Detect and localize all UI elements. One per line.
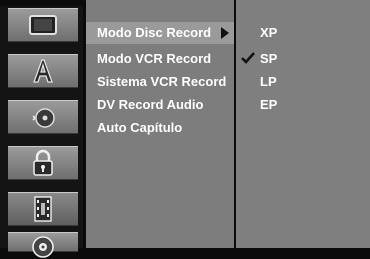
menu-item-dv-record-audio[interactable]: DV Record Audio xyxy=(86,94,234,116)
option-label: EP xyxy=(260,97,278,112)
menu-item-label: DV Record Audio xyxy=(97,97,204,112)
menu-item-modo-vcr-record[interactable]: Modo VCR Record xyxy=(86,48,234,70)
submenu-arrow-icon xyxy=(221,27,229,39)
menu-item-label: Modo VCR Record xyxy=(97,51,212,66)
option-label: LP xyxy=(260,74,277,89)
sidebar-item-disc[interactable] xyxy=(8,232,78,258)
sidebar-item-lock[interactable] xyxy=(8,146,78,180)
record-settings-menu: Modo Disc Record Modo VCR Record Sistema… xyxy=(86,0,234,248)
sidebar-item-audio[interactable] xyxy=(8,100,78,134)
disc-icon xyxy=(32,236,54,258)
option-xp[interactable]: XP xyxy=(236,22,370,44)
option-label: SP xyxy=(260,51,278,66)
menu-item-auto-capitulo[interactable]: Auto Capítulo xyxy=(86,117,234,139)
sidebar-item-tv[interactable] xyxy=(8,8,78,42)
option-sp[interactable]: SP xyxy=(236,48,370,70)
language-icon xyxy=(33,59,53,83)
checkmark-icon xyxy=(241,52,255,64)
dvd-recorder-setup-menu: Modo Disc Record Modo VCR Record Sistema… xyxy=(0,0,370,258)
option-label: XP xyxy=(260,25,278,40)
sidebar-item-record[interactable] xyxy=(8,192,78,226)
film-record-icon xyxy=(34,196,52,222)
menu-item-label: Sistema VCR Record xyxy=(97,74,227,89)
category-sidebar xyxy=(0,6,83,258)
menu-item-sistema-vcr-record[interactable]: Sistema VCR Record xyxy=(86,71,234,93)
lock-icon xyxy=(33,149,53,176)
menu-item-modo-disc-record[interactable]: Modo Disc Record xyxy=(86,22,234,44)
tv-icon xyxy=(29,15,57,35)
sidebar-item-language[interactable] xyxy=(8,54,78,88)
option-lp[interactable]: LP xyxy=(236,71,370,93)
audio-disc-icon xyxy=(32,108,55,128)
menu-item-label: Modo Disc Record xyxy=(97,25,212,40)
option-ep[interactable]: EP xyxy=(236,94,370,116)
menu-item-label: Auto Capítulo xyxy=(97,120,183,135)
record-mode-options: XP SP LP EP xyxy=(236,0,370,248)
